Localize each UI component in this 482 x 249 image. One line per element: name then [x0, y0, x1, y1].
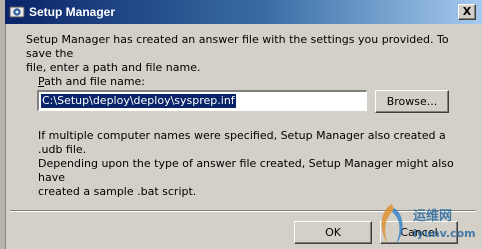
window-title: Setup Manager — [29, 5, 116, 19]
window-left-edge — [0, 0, 6, 249]
note-text: If multiple computer names were specifie… — [38, 129, 458, 199]
cancel-button[interactable]: Cancel — [380, 221, 458, 244]
path-label-text: ath and file name: — [44, 75, 146, 88]
close-button[interactable]: X — [458, 4, 476, 20]
intro-text: Setup Manager has created an answer file… — [26, 33, 456, 75]
note-line-1: If multiple computer names were specifie… — [38, 129, 446, 156]
browse-button[interactable]: Browse... — [375, 90, 449, 113]
intro-line-1: Setup Manager has created an answer file… — [26, 33, 449, 60]
path-label: Path and file name: — [38, 75, 145, 88]
ok-button[interactable]: OK — [294, 221, 372, 244]
path-input-value: C:\Setup\deploy\deploy\sysprep.inf — [41, 94, 236, 108]
title-bar[interactable]: Setup Manager X — [5, 0, 482, 24]
note-line-2: Depending upon the type of answer file c… — [38, 157, 454, 184]
close-icon: X — [462, 5, 472, 18]
path-input[interactable]: C:\Setup\deploy\deploy\sysprep.inf — [37, 90, 367, 111]
setup-manager-icon — [9, 6, 25, 18]
setup-manager-window: Setup Manager X Setup Manager has create… — [0, 0, 482, 249]
note-line-3: created a sample .bat script. — [38, 185, 197, 198]
separator — [10, 210, 476, 212]
intro-line-2: file, enter a path and file name. — [26, 61, 201, 74]
